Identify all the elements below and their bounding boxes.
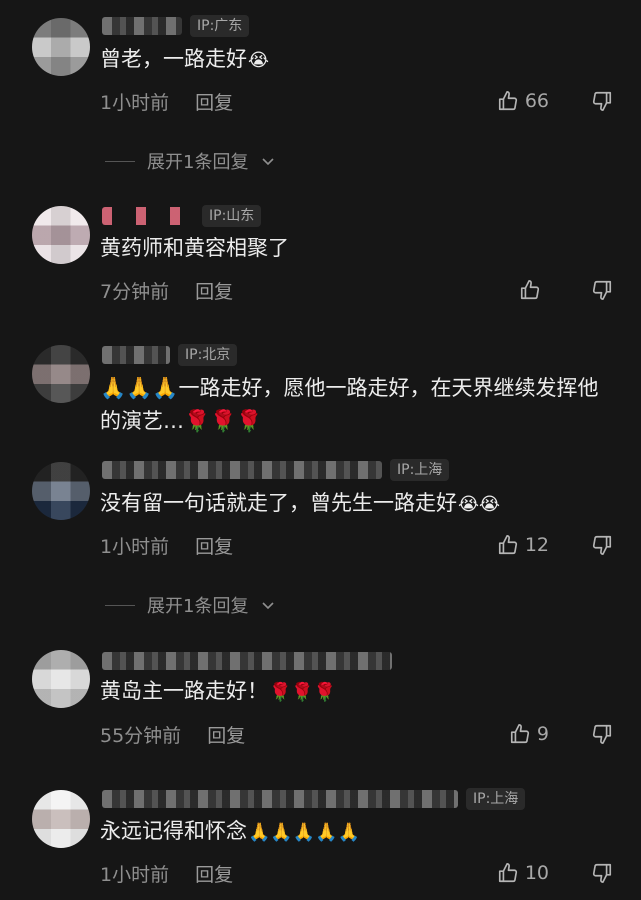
comment-text: 黄药师和黄容相聚了 bbox=[100, 232, 613, 265]
username-blurred[interactable] bbox=[102, 461, 382, 479]
avatar[interactable] bbox=[32, 18, 90, 76]
comment-time: 7分钟前 bbox=[100, 280, 170, 303]
comment-body: 黄岛主一路走好！ bbox=[100, 679, 268, 703]
praying-hands-emoji: 🙏🙏🙏🙏🙏 bbox=[248, 821, 361, 843]
comment-header: IP:上海 bbox=[102, 788, 526, 810]
like-count: 66 bbox=[524, 90, 549, 112]
comment-body: 🙏🙏🙏一路走好，愿他一路走好，在天界继续发挥他的演艺…🌹🌹🌹 bbox=[100, 376, 599, 433]
comment-header: IP:广东 bbox=[102, 15, 250, 37]
thumbs-up-icon bbox=[495, 88, 521, 114]
crying-emoji: 😭😭 bbox=[458, 493, 501, 515]
like-count: 12 bbox=[524, 534, 549, 556]
username-blurred[interactable] bbox=[102, 17, 182, 35]
comment-header: IP:北京 bbox=[102, 344, 238, 366]
thumbs-down-icon[interactable] bbox=[589, 277, 615, 303]
ip-location-badge: IP:广东 bbox=[190, 15, 250, 37]
comment-time: 1小时前 bbox=[100, 535, 170, 558]
comment-time: 55分钟前 bbox=[100, 724, 182, 747]
ip-location-badge: IP:上海 bbox=[466, 788, 526, 810]
like-button[interactable]: 12 bbox=[495, 532, 549, 558]
like-button[interactable]: 9 bbox=[507, 721, 549, 747]
reply-button[interactable]: 回复 bbox=[195, 860, 233, 887]
comment-meta: 1小时前 回复 12 bbox=[100, 530, 615, 560]
like-count: 10 bbox=[524, 862, 549, 884]
comment-body: 永远记得和怀念 bbox=[100, 819, 247, 843]
comment-meta: 1小时前 回复 66 bbox=[100, 86, 615, 116]
comment-header bbox=[102, 650, 392, 672]
ip-location-badge: IP:上海 bbox=[390, 459, 450, 481]
thumbs-up-icon bbox=[495, 860, 521, 886]
like-button[interactable]: 66 bbox=[495, 88, 549, 114]
thumbs-up-icon bbox=[517, 277, 543, 303]
chevron-down-icon bbox=[262, 602, 275, 610]
ip-location-badge: IP:北京 bbox=[178, 344, 238, 366]
avatar[interactable] bbox=[32, 206, 90, 264]
like-button[interactable] bbox=[517, 277, 543, 303]
thumbs-down-icon[interactable] bbox=[589, 860, 615, 886]
comment-time: 1小时前 bbox=[100, 863, 170, 886]
comment-text: 曾老，一路走好😭 bbox=[100, 43, 613, 77]
comment-body: 曾老，一路走好 bbox=[100, 47, 247, 71]
reply-button[interactable]: 回复 bbox=[195, 277, 233, 304]
avatar[interactable] bbox=[32, 345, 90, 403]
comment-text: 黄岛主一路走好！🌹🌹🌹 bbox=[100, 675, 613, 709]
reply-button[interactable]: 回复 bbox=[195, 532, 233, 559]
username-blurred[interactable] bbox=[102, 790, 458, 808]
thumbs-down-icon[interactable] bbox=[589, 88, 615, 114]
comment-text: 🙏🙏🙏一路走好，愿他一路走好，在天界继续发挥他的演艺…🌹🌹🌹 bbox=[100, 372, 613, 438]
avatar[interactable] bbox=[32, 650, 90, 708]
reply-button[interactable]: 回复 bbox=[207, 721, 245, 748]
ip-location-badge: IP:山东 bbox=[202, 205, 262, 227]
comment-header: IP:山东 bbox=[102, 205, 262, 227]
thumbs-down-icon[interactable] bbox=[589, 532, 615, 558]
avatar[interactable] bbox=[32, 790, 90, 848]
expand-replies-button[interactable]: 展开1条回复 bbox=[105, 148, 276, 174]
thumbs-up-icon bbox=[495, 532, 521, 558]
comment-body: 没有留一句话就走了，曾先生一路走好 bbox=[100, 491, 457, 515]
comment-text: 永远记得和怀念🙏🙏🙏🙏🙏 bbox=[100, 815, 613, 849]
comment-meta: 55分钟前 回复 9 bbox=[100, 719, 615, 749]
reply-button[interactable]: 回复 bbox=[195, 88, 233, 115]
comment-text: 没有留一句话就走了，曾先生一路走好😭😭 bbox=[100, 487, 613, 521]
rose-emoji: 🌹🌹🌹 bbox=[269, 681, 337, 703]
username-blurred[interactable] bbox=[102, 346, 170, 364]
avatar[interactable] bbox=[32, 462, 90, 520]
crying-emoji: 😭 bbox=[248, 49, 270, 71]
chevron-down-icon bbox=[262, 158, 275, 166]
like-count: 9 bbox=[536, 723, 549, 745]
thumbs-down-icon[interactable] bbox=[589, 721, 615, 747]
comment-body: 黄药师和黄容相聚了 bbox=[100, 236, 289, 260]
comment-time: 1小时前 bbox=[100, 91, 170, 114]
thumbs-up-icon bbox=[507, 721, 533, 747]
comment-meta: 1小时前 回复 10 bbox=[100, 858, 615, 888]
username-blurred[interactable] bbox=[102, 652, 392, 670]
comment-header: IP:上海 bbox=[102, 459, 450, 481]
username-blurred[interactable] bbox=[102, 207, 194, 225]
comment-meta: 7分钟前 回复 bbox=[100, 275, 615, 305]
like-button[interactable]: 10 bbox=[495, 860, 549, 886]
expand-replies-button[interactable]: 展开1条回复 bbox=[105, 592, 276, 618]
